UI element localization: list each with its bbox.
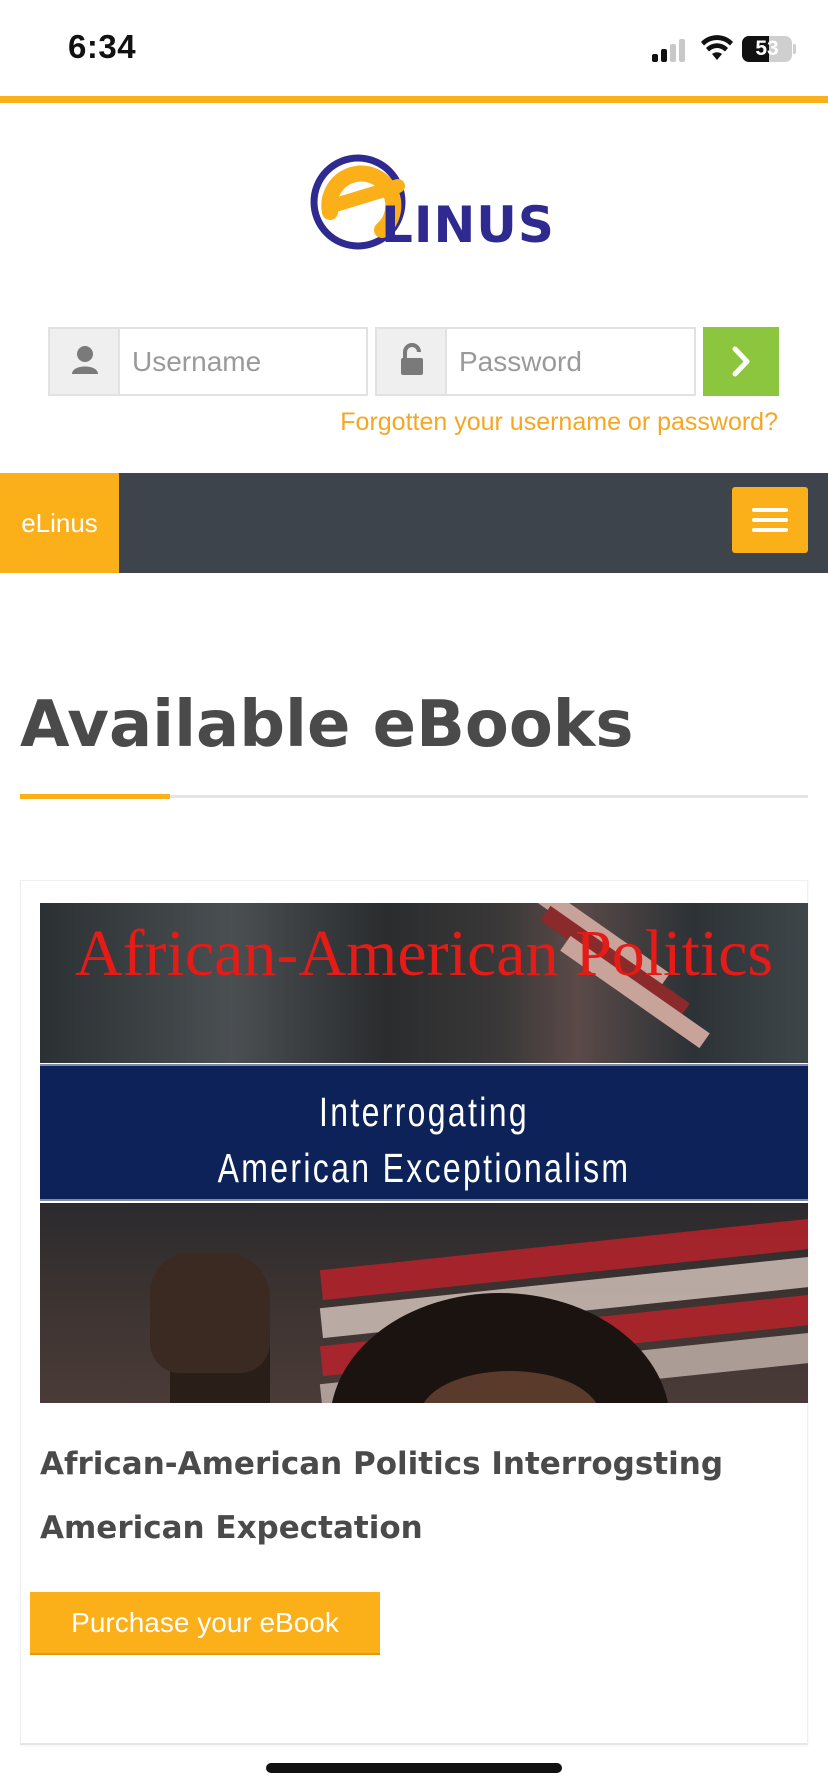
cover-subtitle: Interrogating American Exceptionalism	[124, 1084, 723, 1196]
hamburger-icon-bar	[752, 518, 788, 522]
battery-tip	[793, 44, 796, 54]
cover-subtitle-line1: Interrogating	[319, 1089, 529, 1135]
user-icon	[72, 346, 98, 374]
site-logo[interactable]: LINUS	[308, 150, 554, 260]
wifi-icon	[701, 35, 733, 60]
menu-toggle-button[interactable]	[732, 487, 808, 553]
hamburger-icon-bar	[752, 528, 788, 532]
cellular-signal-icon	[652, 38, 688, 62]
logo-text: LINUS	[381, 196, 555, 254]
username-addon	[50, 329, 120, 394]
lock-icon	[401, 343, 423, 375]
username-field[interactable]	[48, 327, 368, 396]
cover-subtitle-line2: American Exceptionalism	[217, 1145, 631, 1191]
home-indicator[interactable]	[266, 1763, 562, 1773]
hamburger-icon	[752, 508, 788, 512]
title-divider-accent	[20, 794, 170, 799]
forgot-credentials-link[interactable]: Forgotten your username or password?	[340, 408, 778, 437]
status-time: 6:34	[68, 28, 137, 65]
ebook-title[interactable]: African-American Politics Interrogsting …	[40, 1432, 760, 1560]
purchase-ebook-button[interactable]: Purchase your eBook	[30, 1592, 380, 1655]
battery-icon: 53	[742, 36, 792, 62]
chevron-right-icon	[732, 346, 750, 377]
navbar-brand[interactable]: eLinus	[0, 473, 119, 573]
password-field[interactable]	[375, 327, 696, 396]
password-input[interactable]	[449, 329, 694, 394]
password-addon	[377, 329, 447, 394]
cover-fist	[150, 1253, 270, 1373]
status-bar: 6:34 53	[0, 0, 828, 96]
cover-title: African-American Politics	[40, 921, 808, 987]
navbar: eLinus	[0, 473, 828, 573]
username-input[interactable]	[122, 329, 366, 394]
ebook-cover-image[interactable]: African-American Politics Interrogating …	[40, 903, 808, 1403]
cover-bottom-photo	[40, 1203, 808, 1403]
cover-title-text: African-American Politics	[74, 917, 774, 990]
login-submit-button[interactable]	[703, 327, 779, 396]
top-accent-bar	[0, 96, 828, 103]
page-title: Available eBooks	[20, 688, 634, 762]
battery-percent: 53	[755, 37, 779, 60]
